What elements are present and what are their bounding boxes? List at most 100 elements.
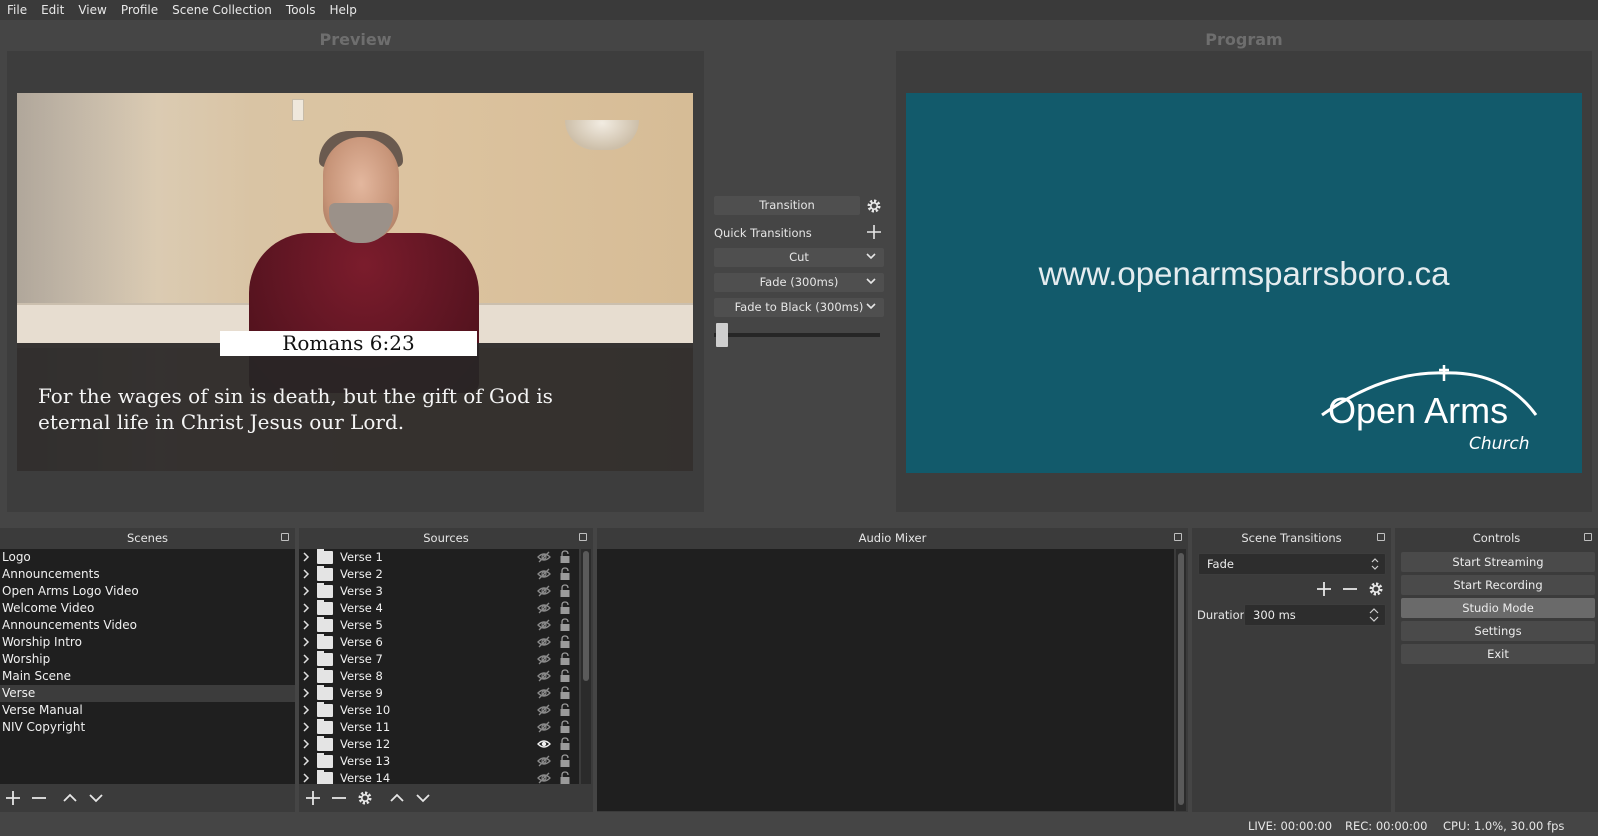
transition-select[interactable]: Fade bbox=[1198, 553, 1386, 575]
quick-transition-fade[interactable]: Fade (300ms) bbox=[714, 273, 884, 292]
t-bar-track[interactable] bbox=[714, 333, 880, 337]
lock-icon[interactable] bbox=[559, 737, 571, 751]
visibility-eye-icon[interactable] bbox=[537, 636, 551, 648]
transition-properties-gear-icon[interactable] bbox=[1368, 581, 1384, 597]
visibility-eye-icon[interactable] bbox=[537, 653, 551, 665]
chevron-right-icon[interactable] bbox=[301, 569, 311, 579]
t-bar-handle[interactable] bbox=[716, 323, 728, 347]
visibility-eye-icon[interactable] bbox=[537, 602, 551, 614]
chevron-right-icon[interactable] bbox=[301, 586, 311, 596]
quick-transition-fade-to-black[interactable]: Fade to Black (300ms) bbox=[714, 298, 884, 317]
lock-icon[interactable] bbox=[559, 652, 571, 666]
scene-item[interactable]: Worship bbox=[0, 651, 295, 668]
visibility-eye-icon[interactable] bbox=[537, 568, 551, 580]
source-item[interactable]: Verse 9 bbox=[299, 685, 579, 702]
source-properties-gear-icon[interactable] bbox=[357, 790, 373, 806]
float-dock-icon[interactable] bbox=[579, 533, 587, 541]
source-item[interactable]: Verse 4 bbox=[299, 600, 579, 617]
move-source-down-icon[interactable] bbox=[415, 790, 431, 806]
scene-item[interactable]: Welcome Video bbox=[0, 600, 295, 617]
float-dock-icon[interactable] bbox=[1377, 533, 1385, 541]
chevron-right-icon[interactable] bbox=[301, 739, 311, 749]
menu-view[interactable]: View bbox=[71, 0, 113, 20]
source-item[interactable]: Verse 6 bbox=[299, 634, 579, 651]
chevron-right-icon[interactable] bbox=[301, 620, 311, 630]
visibility-eye-icon[interactable] bbox=[537, 721, 551, 733]
move-source-up-icon[interactable] bbox=[389, 790, 405, 806]
visibility-eye-icon[interactable] bbox=[537, 704, 551, 716]
float-dock-icon[interactable] bbox=[1584, 533, 1592, 541]
source-item[interactable]: Verse 12 bbox=[299, 736, 579, 753]
menu-help[interactable]: Help bbox=[322, 0, 363, 20]
lock-icon[interactable] bbox=[559, 550, 571, 564]
start-recording-button[interactable]: Start Recording bbox=[1401, 575, 1595, 595]
chevron-right-icon[interactable] bbox=[301, 773, 311, 783]
program-canvas[interactable]: www.openarmsparrsboro.ca Open Arms Churc… bbox=[906, 93, 1582, 473]
duration-spinbox[interactable]: 300 ms bbox=[1244, 604, 1386, 626]
move-scene-down-icon[interactable] bbox=[88, 790, 104, 806]
float-dock-icon[interactable] bbox=[1174, 533, 1182, 541]
chevron-right-icon[interactable] bbox=[301, 552, 311, 562]
scene-item[interactable]: Verse bbox=[0, 685, 295, 702]
move-scene-up-icon[interactable] bbox=[62, 790, 78, 806]
preview-canvas[interactable]: Romans 6:23 For the wages of sin is deat… bbox=[17, 93, 693, 471]
scene-item[interactable]: Verse Manual bbox=[0, 702, 295, 719]
visibility-eye-icon[interactable] bbox=[537, 755, 551, 767]
float-dock-icon[interactable] bbox=[281, 533, 289, 541]
source-item[interactable]: Verse 14 bbox=[299, 770, 579, 784]
visibility-eye-icon[interactable] bbox=[537, 619, 551, 631]
lock-icon[interactable] bbox=[559, 771, 571, 784]
scene-item[interactable]: Logo bbox=[0, 549, 295, 566]
source-item[interactable]: Verse 5 bbox=[299, 617, 579, 634]
transition-button[interactable]: Transition bbox=[714, 196, 860, 215]
menu-scene-collection[interactable]: Scene Collection bbox=[165, 0, 279, 20]
visibility-eye-icon[interactable] bbox=[537, 670, 551, 682]
quick-transition-cut[interactable]: Cut bbox=[714, 248, 884, 267]
scene-item[interactable]: NIV Copyright bbox=[0, 719, 295, 736]
scene-item[interactable]: Worship Intro bbox=[0, 634, 295, 651]
add-transition-icon[interactable] bbox=[1316, 581, 1332, 597]
menu-profile[interactable]: Profile bbox=[114, 0, 165, 20]
chevron-right-icon[interactable] bbox=[301, 688, 311, 698]
chevron-right-icon[interactable] bbox=[301, 722, 311, 732]
settings-button[interactable]: Settings bbox=[1401, 621, 1595, 641]
source-item[interactable]: Verse 3 bbox=[299, 583, 579, 600]
remove-scene-icon[interactable] bbox=[31, 790, 47, 806]
chevron-right-icon[interactable] bbox=[301, 705, 311, 715]
chevron-right-icon[interactable] bbox=[301, 637, 311, 647]
audio-mixer-scrollbar[interactable] bbox=[1176, 549, 1186, 811]
lock-icon[interactable] bbox=[559, 720, 571, 734]
menu-edit[interactable]: Edit bbox=[34, 0, 71, 20]
source-item[interactable]: Verse 13 bbox=[299, 753, 579, 770]
lock-icon[interactable] bbox=[559, 635, 571, 649]
chevron-right-icon[interactable] bbox=[301, 671, 311, 681]
add-quick-transition-icon[interactable] bbox=[867, 225, 881, 239]
lock-icon[interactable] bbox=[559, 618, 571, 632]
sources-scrollbar-thumb[interactable] bbox=[583, 551, 589, 681]
add-scene-icon[interactable] bbox=[5, 790, 21, 806]
source-item[interactable]: Verse 1 bbox=[299, 549, 579, 566]
transition-gear-icon[interactable] bbox=[866, 198, 882, 214]
visibility-eye-icon[interactable] bbox=[537, 772, 551, 784]
sources-scrollbar[interactable] bbox=[581, 549, 591, 784]
exit-button[interactable]: Exit bbox=[1401, 644, 1595, 664]
chevron-right-icon[interactable] bbox=[301, 603, 311, 613]
source-item[interactable]: Verse 7 bbox=[299, 651, 579, 668]
visibility-eye-icon[interactable] bbox=[537, 738, 551, 750]
visibility-eye-icon[interactable] bbox=[537, 687, 551, 699]
menu-tools[interactable]: Tools bbox=[279, 0, 323, 20]
scene-item[interactable]: Main Scene bbox=[0, 668, 295, 685]
remove-transition-icon[interactable] bbox=[1342, 581, 1358, 597]
add-source-icon[interactable] bbox=[305, 790, 321, 806]
visibility-eye-icon[interactable] bbox=[537, 551, 551, 563]
lock-icon[interactable] bbox=[559, 601, 571, 615]
menu-file[interactable]: File bbox=[0, 0, 34, 20]
source-item[interactable]: Verse 11 bbox=[299, 719, 579, 736]
scene-item[interactable]: Open Arms Logo Video bbox=[0, 583, 295, 600]
scene-item[interactable]: Announcements Video bbox=[0, 617, 295, 634]
lock-icon[interactable] bbox=[559, 669, 571, 683]
source-item[interactable]: Verse 8 bbox=[299, 668, 579, 685]
lock-icon[interactable] bbox=[559, 686, 571, 700]
scene-item[interactable]: Announcements bbox=[0, 566, 295, 583]
source-item[interactable]: Verse 2 bbox=[299, 566, 579, 583]
